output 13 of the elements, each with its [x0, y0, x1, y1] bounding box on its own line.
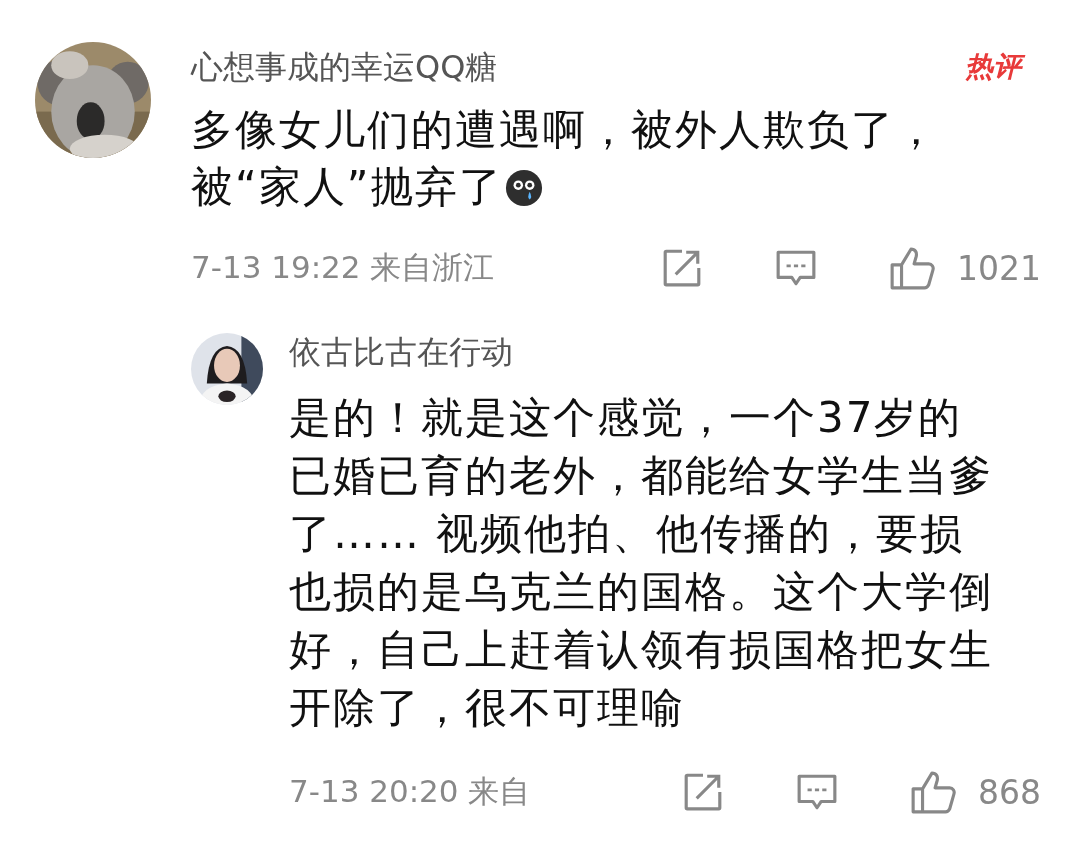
share-icon[interactable] [682, 771, 724, 813]
like-count: 868 [978, 772, 1041, 812]
username[interactable]: 依古比古在行动 [289, 327, 1041, 377]
hot-comment-label: 热评 [963, 47, 1027, 87]
timestamp: 7-13 19:22 来自浙江 [191, 248, 495, 287]
like-count: 1021 [957, 248, 1041, 288]
comment-text: 多像女儿们的遭遇啊，被外人欺负了，被“家人”抛弃了 [191, 105, 939, 211]
share-icon[interactable] [661, 247, 703, 289]
reply-text: 是的！就是这个感觉，一个37岁的已婚已育的老外，都能给女学生当爹了…… 视频他拍、他传播的，要损也损的是乌克兰的国格。这个大学倒好，自己上赶着认领有损国格把女生开除了，很不可理喻 [289, 393, 993, 732]
timestamp: 7-13 20:20 来自 [289, 772, 531, 811]
username[interactable]: 心想事成的幸运QQ糖 [191, 42, 498, 92]
thumbs-up-icon[interactable] [910, 769, 956, 815]
thumbs-up-icon[interactable] [889, 245, 935, 291]
